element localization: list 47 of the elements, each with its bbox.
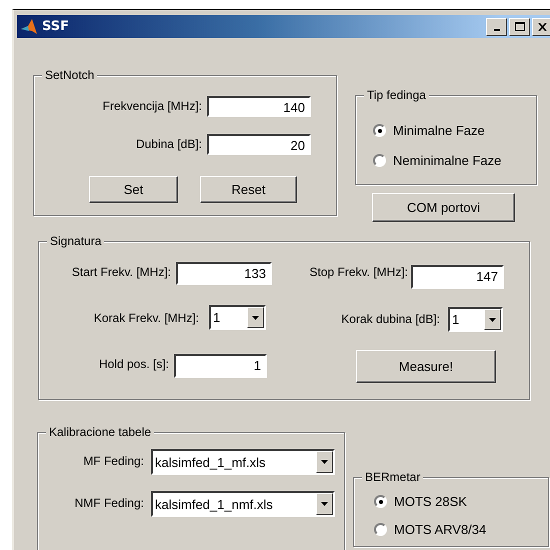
field-label: MF Feding: (82, 454, 144, 468)
radio-button[interactable] (373, 124, 386, 137)
measure-button[interactable]: Measure! (356, 350, 496, 383)
dropdown-arrow-icon (252, 316, 259, 320)
close-button[interactable] (532, 18, 550, 36)
field-label: NMF Feding: (74, 496, 144, 510)
group-title: Signatura (47, 234, 104, 248)
dropdown-arrow-icon (489, 318, 496, 322)
maximize-icon (514, 22, 524, 31)
input-field[interactable]: 133 (176, 262, 272, 285)
set-button[interactable]: Set (89, 176, 178, 203)
dropdown[interactable]: 1 (448, 307, 503, 332)
field-label: Stop Frekv. [MHz]: (308, 265, 408, 279)
dropdown-arrow-icon (321, 460, 328, 464)
dropdown[interactable]: 1 (209, 305, 266, 330)
radio-button[interactable] (374, 523, 387, 536)
input-field[interactable]: 1 (174, 354, 267, 378)
group-title: BERmetar (362, 470, 424, 484)
reset-button[interactable]: Reset (200, 176, 297, 203)
field-label: Korak dubina [dB]: (340, 312, 440, 326)
app-logo-icon (20, 18, 38, 36)
group-title: SetNotch (42, 68, 98, 82)
radio-button[interactable] (373, 154, 386, 167)
dropdown[interactable]: kalsimfed_1_mf.xls (151, 449, 335, 475)
com-ports-button[interactable]: COM portovi (372, 193, 515, 222)
field-label: Frekvencija [MHz]: (102, 99, 202, 113)
group-title: Kalibracione tabele (46, 425, 154, 439)
radio-label: MOTS 28SK (394, 494, 467, 509)
group-title: Tip fedinga (364, 88, 429, 102)
radio-label: Neminimalne Faze (393, 153, 502, 168)
radio-button[interactable] (374, 495, 387, 508)
input-field[interactable]: 140 (207, 96, 311, 117)
input-field[interactable]: 20 (207, 134, 311, 155)
dropdown-arrow-icon (321, 502, 328, 506)
dropdown[interactable]: kalsimfed_1_nmf.xls (151, 491, 335, 517)
field-label: Start Frekv. [MHz]: (70, 265, 171, 279)
radio-label: Minimalne Faze (393, 123, 485, 138)
field-label: Hold pos. [s]: (98, 357, 169, 371)
field-label: Dubina [dB]: (134, 137, 202, 151)
close-icon (538, 22, 547, 30)
maximize-button[interactable] (509, 18, 530, 36)
radio-label: MOTS ARV8/34 (394, 522, 486, 537)
field-label: Korak Frekv. [MHz]: (92, 311, 199, 325)
window-title: SSF (42, 19, 70, 34)
minimize-icon (494, 28, 500, 30)
input-field[interactable]: 147 (411, 265, 504, 289)
minimize-button[interactable] (486, 18, 507, 36)
